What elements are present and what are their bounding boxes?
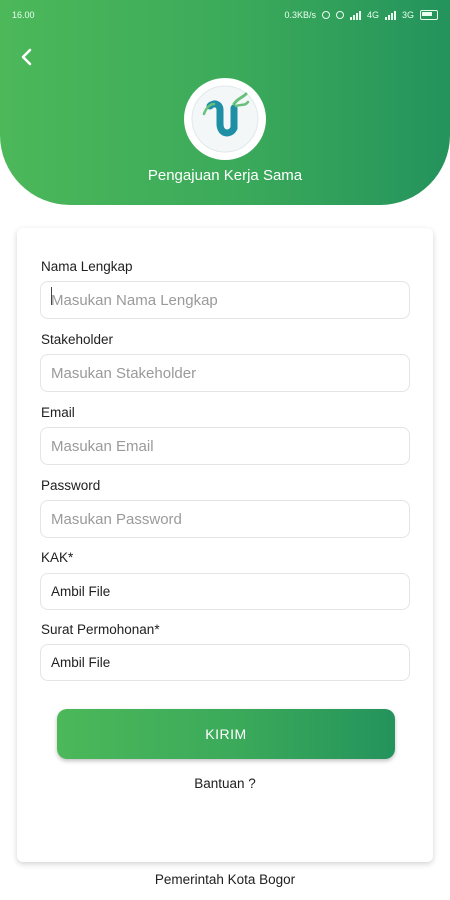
text-cursor [51,287,52,305]
full-name-label: Nama Lengkap [41,259,133,274]
battery-icon [420,10,438,20]
page-title: Pengajuan Kerja Sama [147,167,303,184]
signal-icon [384,10,396,20]
form-card: Nama Lengkap Stakeholder Email Password … [17,228,433,862]
net-speed: 0.3KB/s [284,10,316,20]
circle-u-logo-icon [191,85,259,153]
status-time: 16.00 [12,10,35,20]
submit-button[interactable]: KIRIM [57,709,395,759]
back-button[interactable] [14,44,40,70]
alarm-icon [335,11,344,19]
full-name-input[interactable] [40,281,410,319]
chevron-left-icon [21,48,32,66]
kak-label: KAK* [41,550,74,565]
status-icons: 0.3KB/s 4G 3G [284,10,438,20]
footer-text: Pemerintah Kota Bogor [154,872,296,887]
stakeholder-label: Stakeholder [41,332,114,347]
request-letter-file-value: Ambil File [51,655,111,670]
help-link[interactable]: Bantuan ? [17,776,433,791]
signal-icon [349,10,361,20]
network-type-1: 4G [366,10,379,20]
request-letter-file-picker[interactable]: Ambil File [40,644,410,681]
email-input[interactable] [40,427,410,465]
request-letter-label: Surat Permohonan* [41,622,160,637]
kak-file-value: Ambil File [51,584,111,599]
stakeholder-input[interactable] [40,354,410,392]
status-bar: 16.00 0.3KB/s 4G 3G [0,0,450,30]
password-label: Password [41,478,101,493]
network-type-2: 3G [401,10,414,20]
hotspot-icon [321,11,330,19]
email-label: Email [41,405,75,420]
app-logo [184,78,266,160]
kak-file-picker[interactable]: Ambil File [40,573,410,610]
password-input[interactable] [40,500,410,538]
